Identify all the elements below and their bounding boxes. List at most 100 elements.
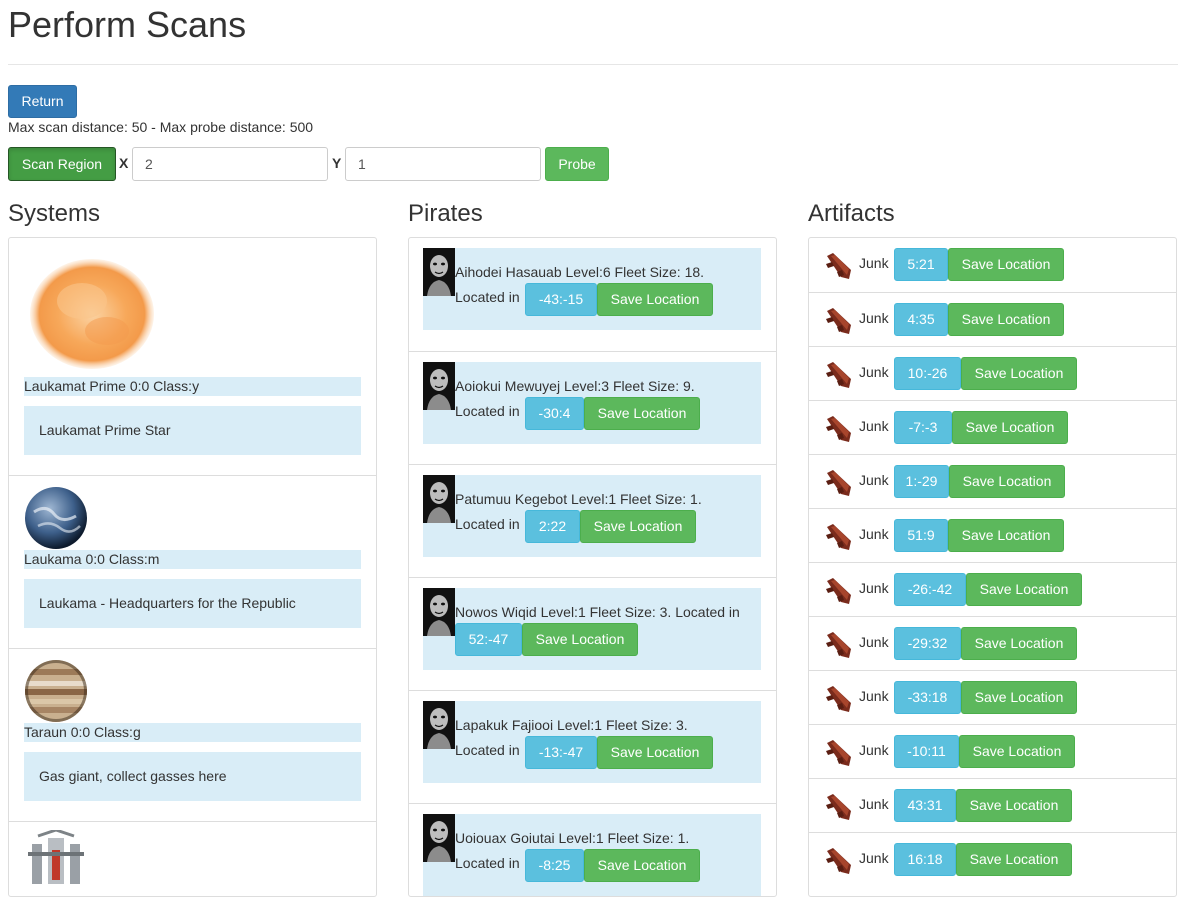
artifact-coordinate-button[interactable]: 51:9 (894, 519, 948, 552)
system-description: Laukamat Prime Star (24, 406, 361, 455)
pirate-coordinate-button[interactable]: 52:-47 (455, 623, 522, 656)
save-location-button[interactable]: Save Location (961, 627, 1077, 660)
artifact-name: Junk (859, 688, 889, 704)
system-name: Laukama 0:0 Class:m (24, 550, 361, 569)
save-location-button[interactable]: Save Location (948, 303, 1064, 336)
artifact-name: Junk (859, 850, 889, 866)
artifact-name: Junk (859, 310, 889, 326)
artifact-name: Junk (859, 472, 889, 488)
artifact-row: Junk 4:35 Save Location (809, 292, 1176, 347)
artifact-coordinate-button[interactable]: 10:-26 (894, 357, 961, 390)
save-location-button[interactable]: Save Location (956, 843, 1072, 876)
max-distance-info: Max scan distance: 50 - Max probe distan… (8, 119, 314, 135)
scan-region-button[interactable]: Scan Region (8, 147, 116, 181)
pirate-portrait-icon (423, 588, 455, 636)
save-location-button[interactable]: Save Location (597, 736, 713, 769)
save-location-button[interactable]: Save Location (949, 465, 1065, 498)
artifact-coordinate-button[interactable]: -26:-42 (894, 573, 966, 606)
save-location-button[interactable]: Save Location (522, 623, 638, 656)
system-name: Laukamat Prime 0:0 Class:y (24, 377, 361, 396)
save-location-button[interactable]: Save Location (956, 789, 1072, 822)
artifact-coordinate-button[interactable]: 1:-29 (894, 465, 949, 498)
artifact-row: Junk -26:-42 Save Location (809, 562, 1176, 617)
title-divider (8, 64, 1178, 65)
x-coordinate-input[interactable] (132, 147, 328, 181)
pirate-coordinate-button[interactable]: -43:-15 (525, 283, 597, 316)
artifact-coordinate-button[interactable]: -7:-3 (894, 411, 952, 444)
artifact-row: Junk 5:21 Save Location (809, 238, 1176, 292)
pirate-info: Aoiokui Mewuyej Level:3 Fleet Size: 9. (455, 378, 695, 394)
pirate-item: Nowos Wiqid Level:1 Fleet Size: 3. Locat… (409, 577, 776, 691)
artifact-coordinate-button[interactable]: -33:18 (894, 681, 961, 714)
located-label: Located in (455, 742, 520, 758)
save-location-button[interactable]: Save Location (584, 849, 700, 882)
pirate-info: Uoiouax Goiutai Level:1 Fleet Size: 1. (455, 830, 690, 846)
save-location-button[interactable]: Save Location (959, 735, 1075, 768)
pirate-coordinate-button[interactable]: -13:-47 (525, 736, 597, 769)
pirate-card: Uoiouax Goiutai Level:1 Fleet Size: 1. Lo… (423, 814, 761, 896)
systems-panel: Laukamat Prime 0:0 Class:y Laukamat Prim… (8, 237, 377, 897)
artifact-row: Junk 1:-29 Save Location (809, 454, 1176, 509)
artifacts-heading: Artifacts (808, 200, 895, 227)
y-coordinate-input[interactable] (345, 147, 541, 181)
junk-artifact-icon (826, 686, 851, 712)
junk-artifact-icon (826, 253, 851, 279)
pirate-coordinate-button[interactable]: 2:22 (525, 510, 580, 543)
space-station-icon (28, 830, 84, 884)
save-location-button[interactable]: Save Location (961, 357, 1077, 390)
save-location-button[interactable]: Save Location (597, 283, 713, 316)
pirate-coordinate-button[interactable]: -8:25 (525, 849, 584, 882)
artifact-name: Junk (859, 526, 889, 542)
located-label: Located in (455, 516, 520, 532)
junk-artifact-icon (826, 848, 851, 874)
probe-button[interactable]: Probe (545, 147, 609, 181)
pirate-item: Patumuu Kegebot Level:1 Fleet Size: 1. Lo… (409, 464, 776, 578)
star-icon (30, 259, 154, 369)
artifact-coordinate-button[interactable]: 4:35 (894, 303, 948, 336)
artifact-coordinate-button[interactable]: 5:21 (894, 248, 948, 281)
systems-heading: Systems (8, 200, 101, 227)
pirate-item: Lapakuk Fajiooi Level:1 Fleet Size: 3. Lo… (409, 690, 776, 804)
save-location-button[interactable]: Save Location (584, 397, 700, 430)
pirate-card: Aoiokui Mewuyej Level:3 Fleet Size: 9. Lo… (423, 362, 761, 444)
artifact-name: Junk (859, 796, 889, 812)
pirate-card: Nowos Wiqid Level:1 Fleet Size: 3. Locat… (423, 588, 761, 670)
junk-artifact-icon (826, 794, 851, 820)
pirate-card: Patumuu Kegebot Level:1 Fleet Size: 1. Lo… (423, 475, 761, 557)
located-label: Located in (455, 289, 520, 305)
artifact-name: Junk (859, 418, 889, 434)
pirate-portrait-icon (423, 475, 455, 523)
artifact-name: Junk (859, 742, 889, 758)
artifact-name: Junk (859, 580, 889, 596)
artifact-row: Junk -10:11 Save Location (809, 724, 1176, 779)
artifact-coordinate-button[interactable]: 43:31 (894, 789, 956, 822)
return-button[interactable]: Return (8, 85, 77, 118)
junk-artifact-icon (826, 578, 851, 604)
artifact-row: Junk 10:-26 Save Location (809, 346, 1176, 401)
pirate-portrait-icon (423, 701, 455, 749)
pirate-portrait-icon (423, 248, 455, 296)
system-item: Laukama 0:0 Class:m Laukama - Headquarte… (9, 475, 376, 649)
system-description: Laukama - Headquarters for the Republic (24, 579, 361, 628)
pirate-item: Aihodei Hasauab Level:6 Fleet Size: 18. L… (409, 238, 776, 351)
pirate-item: Aoiokui Mewuyej Level:3 Fleet Size: 9. Lo… (409, 351, 776, 465)
save-location-button[interactable]: Save Location (952, 411, 1068, 444)
save-location-button[interactable]: Save Location (966, 573, 1082, 606)
artifact-row: Junk -7:-3 Save Location (809, 400, 1176, 455)
pirate-info: Patumuu Kegebot Level:1 Fleet Size: 1. (455, 491, 702, 507)
artifact-coordinate-button[interactable]: 16:18 (894, 843, 956, 876)
system-description: Gas giant, collect gasses here (24, 752, 361, 801)
junk-artifact-icon (826, 740, 851, 766)
artifact-coordinate-button[interactable]: -29:32 (894, 627, 961, 660)
save-location-button[interactable]: Save Location (948, 519, 1064, 552)
save-location-button[interactable]: Save Location (948, 248, 1064, 281)
junk-artifact-icon (826, 470, 851, 496)
junk-artifact-icon (826, 308, 851, 334)
artifact-name: Junk (859, 364, 889, 380)
pirate-card: Aihodei Hasauab Level:6 Fleet Size: 18. L… (423, 248, 761, 330)
pirate-coordinate-button[interactable]: -30:4 (525, 397, 584, 430)
save-location-button[interactable]: Save Location (580, 510, 696, 543)
save-location-button[interactable]: Save Location (961, 681, 1077, 714)
artifact-coordinate-button[interactable]: -10:11 (894, 735, 959, 768)
artifact-row: Junk -33:18 Save Location (809, 670, 1176, 725)
